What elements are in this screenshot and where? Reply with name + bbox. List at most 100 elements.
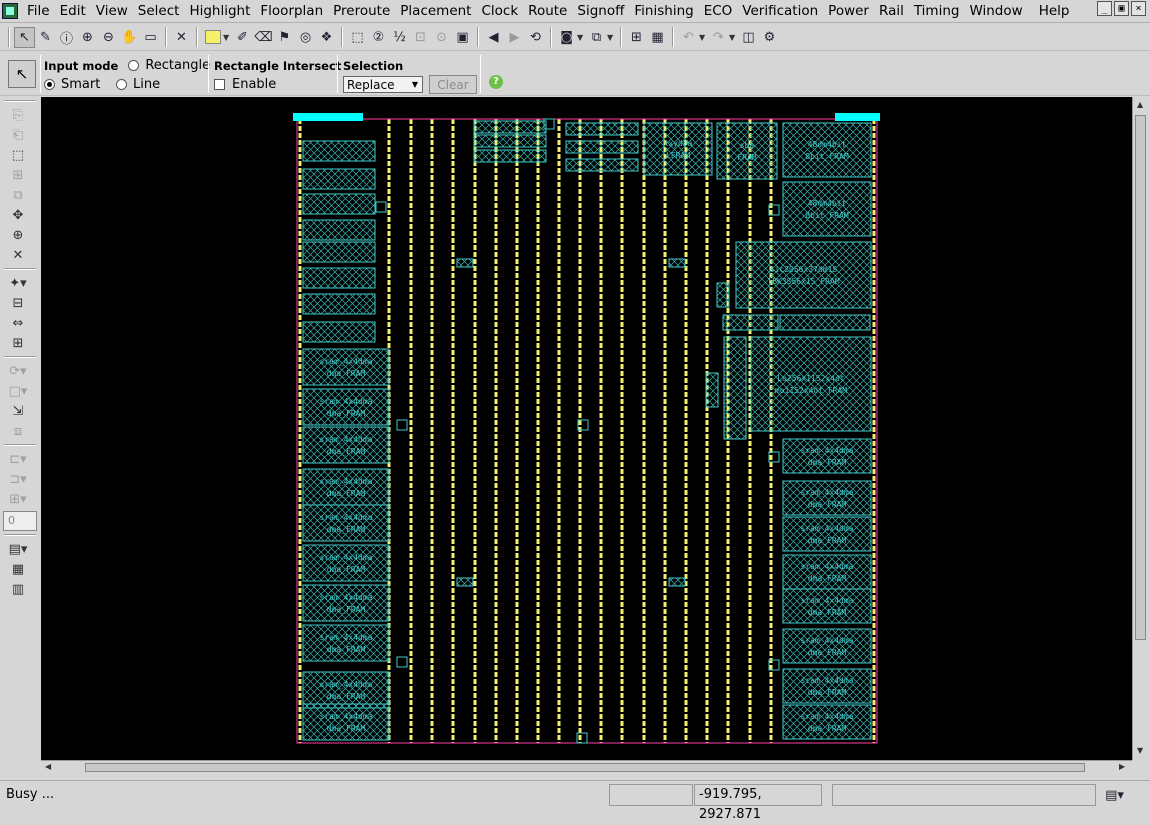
step-value-field[interactable]: 0 bbox=[3, 511, 37, 531]
app-icon[interactable] bbox=[2, 3, 18, 19]
back-icon[interactable]: ◀ bbox=[483, 27, 504, 48]
camera-icon[interactable]: ◙ bbox=[556, 27, 577, 48]
layout-canvas[interactable]: sram_4x4dma dma_FRAM sram_4x4dma dma_FRAM sr… bbox=[41, 97, 1132, 760]
scroll-up-icon[interactable]: ▲ bbox=[1137, 100, 1143, 109]
menu-select[interactable]: Select bbox=[133, 0, 185, 22]
close-icon[interactable]: × bbox=[1131, 1, 1146, 16]
chevron-down-icon[interactable]: ▼ bbox=[729, 33, 738, 42]
menu-floorplan[interactable]: Floorplan bbox=[255, 0, 328, 22]
pan-hand-icon[interactable]: ✋ bbox=[119, 27, 140, 48]
minimize-icon[interactable]: _ bbox=[1097, 1, 1112, 16]
vertical-scroll-thumb[interactable] bbox=[1135, 115, 1146, 640]
select-rect-icon[interactable]: ⬚ bbox=[7, 145, 29, 165]
menu-rail[interactable]: Rail bbox=[874, 0, 909, 22]
forward-icon[interactable]: ▶ bbox=[504, 27, 525, 48]
horizontal-scroll-thumb[interactable] bbox=[85, 763, 1085, 772]
table-icon[interactable]: ▦ bbox=[7, 559, 29, 579]
layout-window-icon[interactable]: ⧉ bbox=[586, 27, 607, 48]
zoom-2x-icon[interactable]: ② bbox=[368, 27, 389, 48]
selection-mode-select[interactable]: Replace ▼ bbox=[343, 76, 423, 93]
align-icon[interactable]: ⊟ bbox=[7, 293, 29, 313]
color-bars-icon[interactable]: ▤▾ bbox=[7, 539, 29, 559]
layout-drawing[interactable]: sram_4x4dmadma_FRAMsram_4x4dmadma_FRAMsr… bbox=[41, 97, 1132, 760]
scroll-right-icon[interactable]: ▶ bbox=[1119, 762, 1125, 771]
menu-highlight[interactable]: Highlight bbox=[184, 0, 255, 22]
layers-icon[interactable]: ▦ bbox=[647, 27, 668, 48]
stretch-icon[interactable]: ⇔ bbox=[7, 313, 29, 333]
book-icon[interactable]: ◫ bbox=[738, 27, 759, 48]
group-icon[interactable]: ⊞ bbox=[7, 165, 29, 185]
zoom-area-icon[interactable]: ⊡ bbox=[410, 27, 431, 48]
move-icon[interactable]: ✥ bbox=[7, 205, 29, 225]
menu-clock[interactable]: Clock bbox=[476, 0, 523, 22]
erase-icon[interactable]: ⌫ bbox=[253, 27, 274, 48]
clear-highlight-icon[interactable]: ✕ bbox=[171, 27, 192, 48]
spacing-icon[interactable]: ⊏▾ bbox=[7, 449, 29, 469]
paste-icon[interactable]: ⎗ bbox=[7, 125, 29, 145]
menu-file[interactable]: File bbox=[22, 0, 55, 22]
menu-preroute[interactable]: Preroute bbox=[328, 0, 395, 22]
zoom-in-icon[interactable]: ⊕ bbox=[77, 27, 98, 48]
menu-verification[interactable]: Verification bbox=[737, 0, 823, 22]
scroll-left-icon[interactable]: ◀ bbox=[45, 762, 51, 771]
chevron-down-icon[interactable]: ▼ bbox=[577, 33, 586, 42]
target-icon[interactable]: ◎ bbox=[295, 27, 316, 48]
pencil-icon[interactable]: ✎ bbox=[35, 27, 56, 48]
vertical-scrollbar[interactable]: ▲ ▼ bbox=[1132, 97, 1148, 760]
flatten-icon[interactable]: ⧈ bbox=[7, 421, 29, 441]
menu-placement[interactable]: Placement bbox=[395, 0, 476, 22]
ruler-icon[interactable]: ▭ bbox=[140, 27, 161, 48]
zoom-selected-icon[interactable]: ▣ bbox=[452, 27, 473, 48]
select-arrow-icon[interactable]: ↖ bbox=[8, 60, 36, 88]
enable-checkbox[interactable] bbox=[214, 79, 225, 90]
zoom-half-icon[interactable]: ½ bbox=[389, 27, 410, 48]
zoom-fit-icon[interactable]: ⬚ bbox=[347, 27, 368, 48]
menu-window[interactable]: Window bbox=[964, 0, 1027, 22]
clear-button[interactable]: Clear bbox=[429, 75, 477, 94]
export-icon[interactable]: ⇲ bbox=[7, 401, 29, 421]
info-icon[interactable]: ⓘ bbox=[56, 27, 77, 48]
copy-icon[interactable]: ⎘ bbox=[7, 105, 29, 125]
undo-icon[interactable]: ↶ bbox=[678, 27, 699, 48]
color-swatch-icon[interactable] bbox=[202, 27, 223, 48]
chevron-down-icon[interactable]: ▼ bbox=[699, 33, 708, 42]
brush-icon[interactable]: ✐ bbox=[232, 27, 253, 48]
report-icon[interactable]: ▥ bbox=[7, 579, 29, 599]
help-icon[interactable]: ? bbox=[489, 75, 503, 89]
console-icon[interactable]: ▤▾ bbox=[1104, 785, 1125, 806]
grid-icon[interactable]: ⊞▾ bbox=[7, 489, 29, 509]
zoom-prev-icon[interactable]: ⊙ bbox=[431, 27, 452, 48]
flag-icon[interactable]: ⚑ bbox=[274, 27, 295, 48]
redo-icon[interactable]: ↷ bbox=[708, 27, 729, 48]
menu-power[interactable]: Power bbox=[823, 0, 874, 22]
horizontal-scrollbar[interactable]: ◀ ▶ bbox=[41, 760, 1132, 774]
line-radio[interactable] bbox=[116, 79, 127, 90]
scroll-down-icon[interactable]: ▼ bbox=[1137, 746, 1143, 755]
magic-wand-icon[interactable]: ✦▾ bbox=[7, 273, 29, 293]
menu-timing[interactable]: Timing bbox=[909, 0, 965, 22]
shape-icon[interactable]: □▾ bbox=[7, 381, 29, 401]
smart-radio[interactable] bbox=[44, 79, 55, 90]
distribute-icon[interactable]: ⊞ bbox=[7, 333, 29, 353]
menu-eco[interactable]: ECO bbox=[699, 0, 738, 22]
select-pointer-icon[interactable]: ↖ bbox=[14, 26, 35, 48]
rectangle-radio[interactable] bbox=[128, 60, 140, 71]
chevron-down-icon[interactable]: ▼ bbox=[607, 33, 616, 42]
palette-icon[interactable]: ❖ bbox=[316, 27, 337, 48]
zoom-out-icon[interactable]: ⊖ bbox=[98, 27, 119, 48]
menu-signoff[interactable]: Signoff bbox=[572, 0, 629, 22]
menu-finishing[interactable]: Finishing bbox=[629, 0, 698, 22]
chevron-down-icon[interactable]: ▼ bbox=[223, 33, 232, 42]
menu-view[interactable]: View bbox=[91, 0, 133, 22]
maximize-icon[interactable]: ▣ bbox=[1114, 1, 1129, 16]
menu-help[interactable]: Help bbox=[1034, 0, 1075, 22]
add-object-icon[interactable]: ⊕ bbox=[7, 225, 29, 245]
hierarchy-icon[interactable]: ⊞ bbox=[626, 27, 647, 48]
refresh-view-icon[interactable]: ⟲ bbox=[525, 27, 546, 48]
menu-route[interactable]: Route bbox=[523, 0, 572, 22]
settings-icon[interactable]: ⚙ bbox=[759, 27, 780, 48]
delete-icon[interactable]: ✕ bbox=[7, 245, 29, 265]
rotate-icon[interactable]: ⟳▾ bbox=[7, 361, 29, 381]
duplicate-icon[interactable]: ⧉ bbox=[7, 185, 29, 205]
bracket-icon[interactable]: ⊐▾ bbox=[7, 469, 29, 489]
